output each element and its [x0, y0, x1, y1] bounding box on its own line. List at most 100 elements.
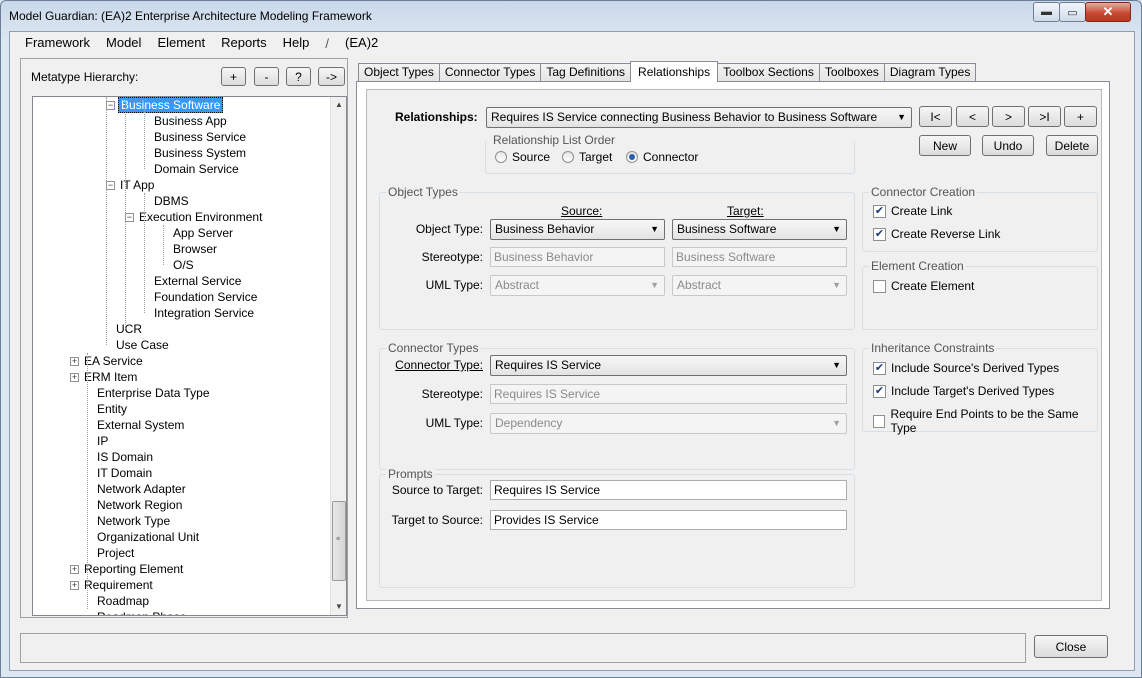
dropdown-icon: ▼ [650, 280, 659, 290]
title-bar[interactable]: Model Guardian: (EA)2 Enterprise Archite… [1, 1, 1141, 31]
delete-button[interactable]: Delete [1046, 135, 1098, 156]
tree-item-label: App Server [173, 226, 234, 240]
tree-item-is-domain[interactable]: IS Domain [95, 449, 155, 465]
first-record-button[interactable]: I< [919, 106, 952, 127]
tree-item-external-service[interactable]: External Service [152, 273, 243, 289]
tree-guide-line [163, 225, 164, 265]
tree-item-organizational-unit[interactable]: Organizational Unit [95, 529, 201, 545]
source-stereotype-label: Stereotype: [421, 250, 483, 264]
tab-toolboxes[interactable]: Toolboxes [818, 63, 885, 82]
tree-item-dbms[interactable]: DBMS [152, 193, 191, 209]
tree-item-business-system[interactable]: Business System [152, 145, 248, 161]
tree-item-ucr[interactable]: UCR [114, 321, 144, 337]
tab-tag-definitions[interactable]: Tag Definitions [540, 63, 632, 82]
tree-item-project[interactable]: Project [95, 545, 136, 561]
tree-item-roadmap[interactable]: Roadmap [95, 593, 151, 609]
relationship-select[interactable]: Requires IS Service connecting Business … [486, 107, 912, 128]
tree-item-label: Business App [154, 114, 227, 128]
tree-item-external-system[interactable]: External System [95, 417, 186, 433]
tree-item-roadmap-phase[interactable]: Roadmap Phase [95, 609, 188, 615]
last-record-button[interactable]: >I [1028, 106, 1061, 127]
include-source-derived-checkbox[interactable]: ✔ Include Source's Derived Types [873, 361, 1059, 375]
collapse-icon[interactable]: − [106, 181, 115, 191]
tree-item-it-domain[interactable]: IT Domain [95, 465, 154, 481]
tab-toolbox-sections[interactable]: Toolbox Sections [717, 63, 820, 82]
collapse-all-button[interactable]: - [254, 67, 279, 86]
menu-reports[interactable]: Reports [213, 32, 275, 54]
tree-item-browser[interactable]: Browser [171, 241, 219, 257]
scroll-down-icon[interactable]: ▼ [331, 599, 346, 615]
menu-element[interactable]: Element [149, 32, 213, 54]
tree-item-business-service[interactable]: Business Service [152, 129, 248, 145]
menu-brand[interactable]: (EA)2 [337, 32, 386, 54]
tree-item-erm-item[interactable]: + ERM Item [70, 369, 139, 385]
tree-item-network-region[interactable]: Network Region [95, 497, 184, 513]
tab-relationships[interactable]: Relationships [630, 61, 719, 82]
menu-framework[interactable]: Framework [17, 32, 98, 54]
menu-separator: / [325, 35, 330, 51]
tree-item-network-type[interactable]: Network Type [95, 513, 172, 529]
tab-object-types[interactable]: Object Types [358, 63, 440, 82]
tree-item-business-software[interactable]: − Business Software [106, 97, 224, 113]
require-same-type-checkbox[interactable]: Require End Points to be the Same Type [873, 407, 1097, 435]
expand-all-button[interactable]: + [221, 67, 246, 86]
help-button[interactable]: ? [286, 67, 311, 86]
create-element-checkbox[interactable]: Create Element [873, 279, 974, 293]
target-object-type-select[interactable]: Business Software ▼ [672, 219, 847, 240]
close-window-button[interactable]: ✕ [1085, 2, 1131, 22]
create-link-checkbox[interactable]: ✔ Create Link [873, 204, 952, 218]
tab-diagram-types[interactable]: Diagram Types [883, 63, 977, 82]
expand-icon[interactable]: + [70, 565, 79, 575]
goto-button[interactable]: -> [318, 67, 345, 86]
maximize-button[interactable]: ▭ [1059, 2, 1086, 22]
tree-item-domain-service[interactable]: Domain Service [152, 161, 241, 177]
expand-icon[interactable]: + [70, 581, 79, 591]
tree-item-ip[interactable]: IP [95, 433, 110, 449]
expand-icon[interactable]: + [70, 373, 79, 383]
tree-item-ea-service[interactable]: + EA Service [70, 353, 145, 369]
tree-item-requirement[interactable]: + Requirement [70, 577, 155, 593]
scroll-thumb[interactable]: ≡ [332, 501, 346, 581]
include-target-derived-checkbox[interactable]: ✔ Include Target's Derived Types [873, 384, 1054, 398]
tree-item-os[interactable]: O/S [171, 257, 196, 273]
tree-item-integration-service[interactable]: Integration Service [152, 305, 256, 321]
collapse-icon[interactable]: − [125, 213, 134, 223]
undo-button[interactable]: Undo [982, 135, 1034, 156]
tree-item-entity[interactable]: Entity [95, 401, 129, 417]
hierarchy-label: Metatype Hierarchy: [31, 70, 139, 84]
tree-item-label: Enterprise Data Type [97, 386, 210, 400]
radio-target[interactable]: Target [562, 150, 612, 164]
hierarchy-tree[interactable]: − Business Software Business App Business S… [32, 96, 347, 616]
previous-record-button[interactable]: < [956, 106, 989, 127]
scroll-up-icon[interactable]: ▲ [331, 97, 346, 113]
tree-item-business-app[interactable]: Business App [152, 113, 229, 129]
tree-item-app-server[interactable]: App Server [171, 225, 235, 241]
tree-item-label: Roadmap Phase [95, 610, 188, 615]
tree-item-it-app[interactable]: − IT App [106, 177, 156, 193]
next-record-button[interactable]: > [992, 106, 1025, 127]
tree-item-enterprise-data-type[interactable]: Enterprise Data Type [95, 385, 212, 401]
radio-connector[interactable]: Connector [626, 150, 698, 164]
add-record-button[interactable]: + [1064, 106, 1097, 127]
source-to-target-field[interactable]: Requires IS Service [490, 480, 847, 500]
target-to-source-field[interactable]: Provides IS Service [490, 510, 847, 530]
menu-model[interactable]: Model [98, 32, 149, 54]
tree-item-use-case[interactable]: Use Case [114, 337, 171, 353]
minimize-button[interactable]: ▬ [1033, 2, 1060, 22]
radio-source[interactable]: Source [495, 150, 550, 164]
expand-icon[interactable]: + [70, 357, 79, 367]
source-object-type-select[interactable]: Business Behavior ▼ [490, 219, 665, 240]
tree-scrollbar[interactable]: ▲ ≡ ▼ [330, 97, 346, 615]
radio-target-label: Target [579, 150, 613, 164]
tree-item-execution-environment[interactable]: − Execution Environment [125, 209, 264, 225]
close-button[interactable]: Close [1034, 635, 1108, 658]
collapse-icon[interactable]: − [106, 101, 115, 111]
connector-type-select[interactable]: Requires IS Service ▼ [490, 355, 847, 376]
new-button[interactable]: New [919, 135, 971, 156]
create-reverse-link-checkbox[interactable]: ✔ Create Reverse Link [873, 227, 1000, 241]
menu-help[interactable]: Help [275, 32, 318, 54]
tree-item-foundation-service[interactable]: Foundation Service [152, 289, 259, 305]
tree-item-network-adapter[interactable]: Network Adapter [95, 481, 188, 497]
minimize-icon: ▬ [1041, 6, 1052, 18]
tab-connector-types[interactable]: Connector Types [438, 63, 542, 82]
